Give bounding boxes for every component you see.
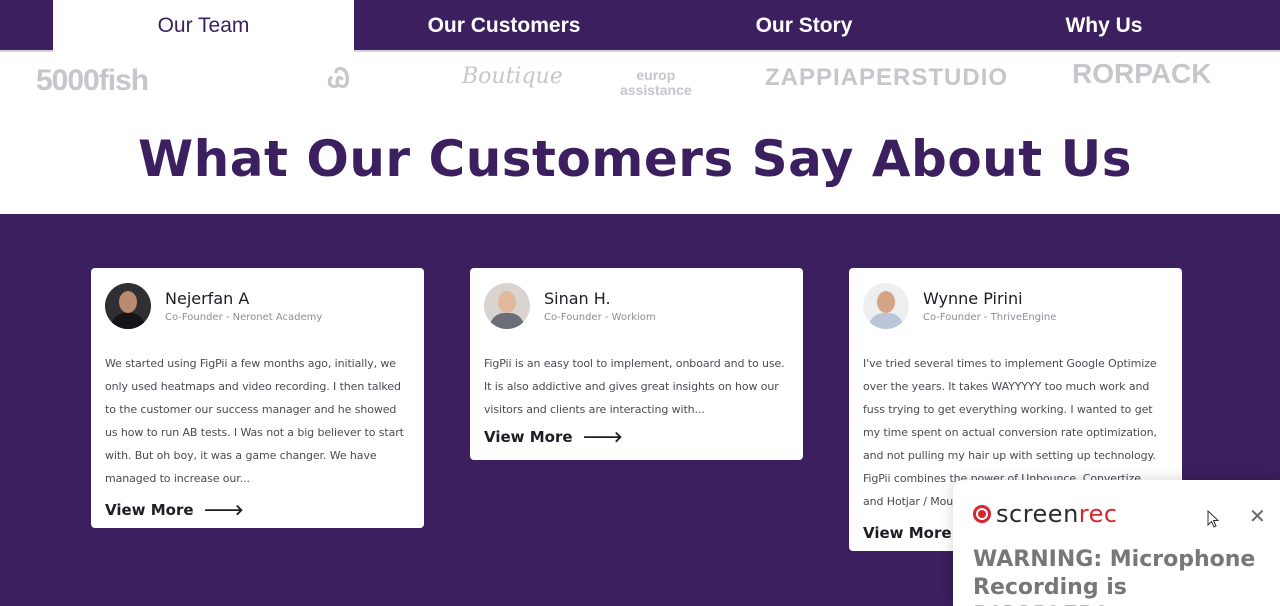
logo-boutique: Boutique bbox=[462, 64, 563, 89]
avatar bbox=[863, 283, 909, 329]
logo-emblem: Ꮚ bbox=[328, 64, 350, 94]
avatar bbox=[484, 283, 530, 329]
author-role: Co-Founder - ThriveEngine bbox=[923, 312, 1057, 323]
testimonial-header: Sinan H. Co-Founder - Workiom bbox=[484, 282, 789, 330]
view-more-label: View More bbox=[863, 523, 952, 542]
testimonial-header: Nejerfan A Co-Founder - Neronet Academy bbox=[105, 282, 410, 330]
tab-our-team[interactable]: Our Team bbox=[53, 0, 354, 52]
logo-5000fish: 5000fish bbox=[36, 64, 149, 97]
logo-rorpack: RORPACK bbox=[1072, 58, 1212, 89]
testimonial-card: Sinan H. Co-Founder - Workiom FigPii is … bbox=[470, 268, 803, 460]
section-heading: What Our Customers Say About Us bbox=[138, 130, 1132, 188]
close-icon[interactable]: ✕ bbox=[1249, 504, 1266, 529]
microphone-warning-text: WARNING: Microphone Recording is DISABLE… bbox=[973, 547, 1256, 606]
testimonial-card: Nejerfan A Co-Founder - Neronet Academy … bbox=[91, 268, 424, 528]
testimonial-quote: FigPii is an easy tool to implement, onb… bbox=[484, 357, 785, 416]
testimonial-header: Wynne Pirini Co-Founder - ThriveEngine bbox=[863, 282, 1168, 330]
mouse-cursor-icon bbox=[1207, 510, 1219, 528]
author-name: Sinan H. bbox=[544, 289, 611, 308]
avatar bbox=[105, 283, 151, 329]
arrow-right-icon: 🡒 bbox=[582, 428, 623, 446]
author-info: Nejerfan A Co-Founder - Neronet Academy bbox=[165, 289, 322, 323]
author-role: Co-Founder - Neronet Academy bbox=[165, 312, 323, 323]
view-more-link[interactable]: View More 🡒 bbox=[105, 500, 410, 520]
view-more-label: View More bbox=[484, 427, 573, 446]
logo-zappiaper-studio: ZAPPIAPERSTUDIO bbox=[765, 64, 1009, 91]
view-more-link[interactable]: View More 🡒 bbox=[484, 427, 789, 447]
testimonial-quote: We started using FigPii a few months ago… bbox=[105, 357, 404, 485]
author-name: Nejerfan A bbox=[165, 289, 250, 308]
logo-europ-assistance: europ assistance bbox=[620, 67, 692, 98]
section-tabs: Our Team Our Customers Our Story Why Us bbox=[0, 0, 1280, 52]
author-info: Wynne Pirini Co-Founder - ThriveEngine bbox=[923, 289, 1056, 323]
tab-why-us[interactable]: Why Us bbox=[954, 0, 1254, 52]
author-info: Sinan H. Co-Founder - Workiom bbox=[544, 289, 656, 323]
tab-our-customers[interactable]: Our Customers bbox=[354, 0, 654, 52]
screenrec-logo: screenrec bbox=[996, 500, 1118, 528]
view-more-label: View More bbox=[105, 500, 194, 519]
author-role: Co-Founder - Workiom bbox=[544, 312, 656, 323]
tab-our-story[interactable]: Our Story bbox=[654, 0, 954, 52]
record-icon bbox=[973, 505, 991, 523]
customer-logo-strip: 5000fish Ꮚ Boutique europ assistance ZAP… bbox=[0, 54, 1280, 106]
screenrec-warning-popup: screenrec ✕ WARNING: Microphone Recordin… bbox=[953, 480, 1280, 606]
arrow-right-icon: 🡒 bbox=[203, 501, 244, 519]
author-name: Wynne Pirini bbox=[923, 289, 1023, 308]
